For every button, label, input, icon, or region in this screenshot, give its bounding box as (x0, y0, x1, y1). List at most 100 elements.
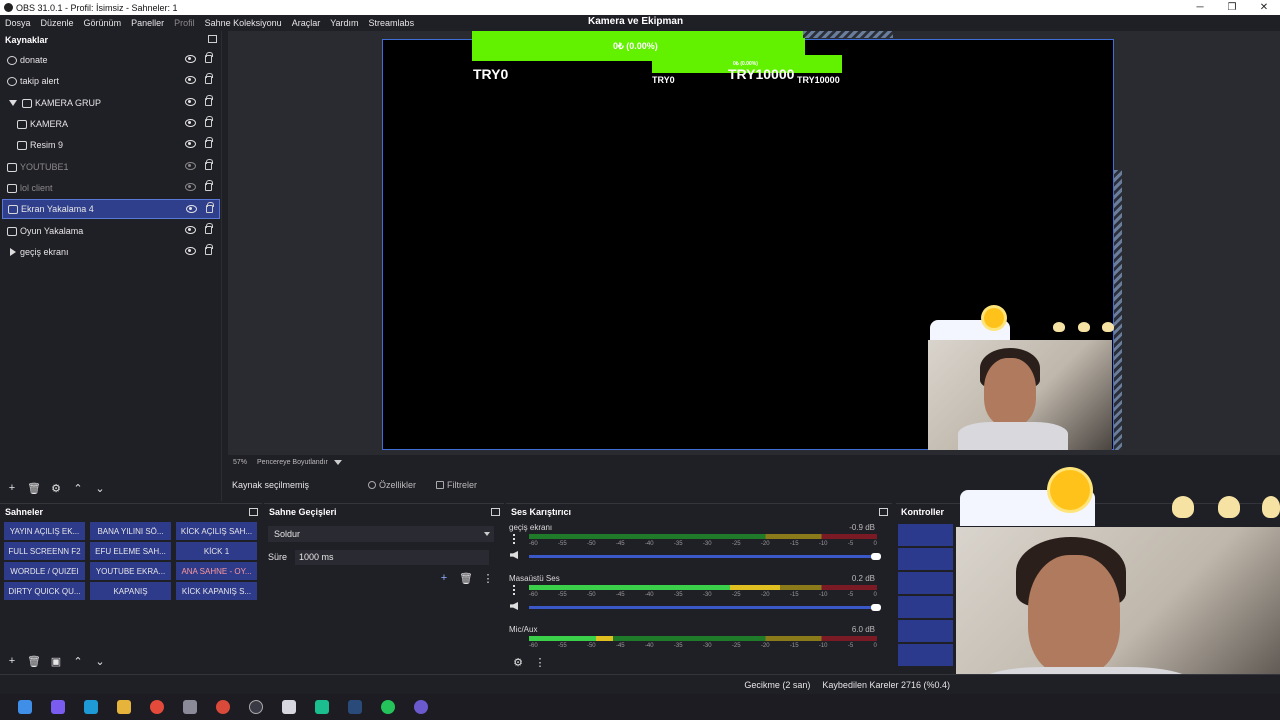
file-explorer-icon[interactable] (117, 700, 131, 714)
scene-button[interactable]: DIRTY QUICK QU... (3, 581, 86, 601)
filters-button[interactable]: Filtreler (436, 480, 477, 490)
source-settings-button[interactable]: ⚙ (48, 481, 64, 495)
lock-icon[interactable] (205, 52, 213, 63)
volume-slider[interactable] (529, 553, 881, 560)
discord-icon[interactable] (414, 700, 428, 714)
add-scene-button[interactable]: + (4, 654, 20, 668)
properties-button[interactable]: Özellikler (368, 480, 416, 490)
source-item[interactable]: geçiş ekranı (2, 242, 220, 262)
windows-start-icon[interactable] (18, 700, 32, 714)
lock-icon[interactable] (205, 223, 213, 234)
app-icon[interactable] (282, 700, 296, 714)
source-item[interactable]: YOUTUBE1 (2, 157, 220, 177)
move-down-button[interactable]: ⌄ (92, 654, 108, 668)
speaker-icon[interactable] (510, 602, 518, 610)
menu-edit[interactable]: Düzenle (41, 18, 74, 28)
lock-icon[interactable] (205, 73, 213, 84)
scene-button[interactable]: YOUTUBE EKRA... (89, 561, 172, 581)
move-up-button[interactable]: ⌃ (70, 654, 86, 668)
source-item[interactable]: donate (2, 50, 220, 70)
more-options-icon[interactable]: ⋮ (480, 571, 496, 585)
chrome-icon[interactable] (150, 700, 164, 714)
speaker-icon[interactable] (510, 551, 518, 559)
menu-help[interactable]: Yardım (330, 18, 358, 28)
scene-button[interactable]: KİCK KAPANIŞ S... (175, 581, 258, 601)
volume-knob[interactable] (871, 604, 881, 611)
more-options-icon[interactable]: ⋮ (532, 655, 548, 669)
virtual-camera-button[interactable] (898, 572, 953, 594)
minimize-button[interactable]: ─ (1184, 0, 1216, 15)
studio-mode-button[interactable] (898, 596, 953, 618)
close-button[interactable]: ✕ (1248, 0, 1280, 15)
menu-profile[interactable]: Profil (174, 18, 195, 28)
scene-button-active[interactable]: ANA SAHNE - OY... (175, 561, 258, 581)
eye-icon[interactable] (186, 205, 197, 213)
scene-button[interactable]: KAPANIŞ (89, 581, 172, 601)
settings-button[interactable] (898, 620, 953, 642)
menu-tools[interactable]: Araçlar (292, 18, 321, 28)
chevron-down-icon[interactable] (333, 460, 342, 465)
source-item[interactable]: lol client (2, 178, 220, 198)
menu-scene-collection[interactable]: Sahne Koleksiyonu (205, 18, 282, 28)
eye-icon[interactable] (185, 140, 196, 148)
store-icon[interactable] (183, 700, 197, 714)
duration-input[interactable]: 1000 ms (295, 549, 490, 565)
lock-icon[interactable] (205, 137, 213, 148)
source-item-selected[interactable]: Ekran Yakalama 4 (2, 199, 220, 219)
menu-docks[interactable]: Paneller (131, 18, 164, 28)
volume-knob[interactable] (871, 553, 881, 560)
streamlabs-icon[interactable] (315, 700, 329, 714)
transition-select[interactable]: Soldur (268, 526, 494, 542)
steam-icon[interactable] (348, 700, 362, 714)
undock-icon[interactable] (879, 508, 888, 516)
eye-icon[interactable] (185, 247, 196, 255)
whatsapp-icon[interactable] (381, 700, 395, 714)
menu-streamlabs[interactable]: Streamlabs (369, 18, 415, 28)
eye-icon[interactable] (185, 76, 196, 84)
obs-icon[interactable] (249, 700, 263, 714)
add-transition-button[interactable]: + (436, 571, 452, 585)
add-source-button[interactable]: + (4, 481, 20, 495)
start-recording-button[interactable] (898, 548, 953, 570)
source-item[interactable]: Resim 9 (2, 135, 220, 155)
undock-icon[interactable] (208, 35, 217, 43)
mixer-settings-icon[interactable]: ⚙ (510, 655, 526, 669)
undock-icon[interactable] (249, 508, 258, 516)
expand-icon[interactable] (9, 100, 17, 106)
scene-button[interactable]: KİCK 1 (175, 541, 258, 561)
move-down-button[interactable]: ⌄ (92, 481, 108, 495)
scene-filters-button[interactable]: ▣ (48, 654, 64, 668)
edge-icon[interactable] (84, 700, 98, 714)
scene-button[interactable]: EFU ELEME SAH... (89, 541, 172, 561)
scene-button[interactable]: WORDLE / QUIZEI (3, 561, 86, 581)
remove-source-button[interactable]: 🗑 (26, 481, 42, 495)
lock-icon[interactable] (205, 180, 213, 191)
exit-button[interactable] (898, 644, 953, 666)
scene-button[interactable]: FULL SCREENN F2 (3, 541, 86, 561)
zoom-mode[interactable]: Pencereye Boyutlandır (257, 459, 328, 466)
eye-icon[interactable] (185, 98, 196, 106)
copilot-icon[interactable] (51, 700, 65, 714)
undock-icon[interactable] (491, 508, 500, 516)
source-item[interactable]: KAMERA GRUP (2, 93, 220, 113)
source-item[interactable]: Oyun Yakalama (2, 221, 220, 241)
lock-icon[interactable] (206, 202, 214, 213)
scene-button[interactable]: YAYIN AÇILIŞ EK... (3, 521, 86, 541)
lock-icon[interactable] (205, 95, 213, 106)
source-item[interactable]: takip alert (2, 71, 220, 91)
eye-icon[interactable] (185, 55, 196, 63)
chrome-profile-icon[interactable] (216, 700, 230, 714)
lock-icon[interactable] (205, 116, 213, 127)
lock-icon[interactable] (205, 159, 213, 170)
eye-icon[interactable] (185, 119, 196, 127)
source-item[interactable]: KAMERA (2, 114, 220, 134)
menu-file[interactable]: Dosya (5, 18, 31, 28)
scene-button[interactable]: BANA YILINI SÖ... (89, 521, 172, 541)
move-up-button[interactable]: ⌃ (70, 481, 86, 495)
remove-transition-button[interactable]: 🗑 (458, 571, 474, 585)
eye-icon[interactable] (185, 226, 196, 234)
more-options-icon[interactable] (513, 534, 515, 544)
volume-slider[interactable] (529, 604, 881, 611)
maximize-button[interactable]: ❐ (1216, 0, 1248, 15)
menu-view[interactable]: Görünüm (84, 18, 122, 28)
